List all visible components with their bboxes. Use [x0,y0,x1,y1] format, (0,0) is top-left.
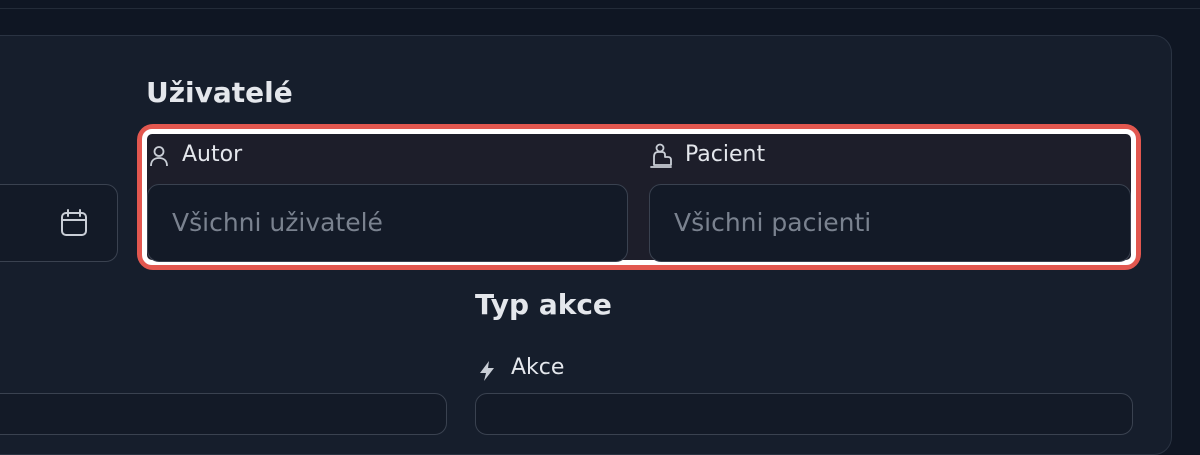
action-type-section-title: Typ akce [475,288,612,321]
patient-input[interactable]: Všichni pacienti [649,184,1131,262]
author-input[interactable]: Všichni uživatelé [147,184,628,262]
users-section-title: Uživatelé [146,76,293,109]
date-input[interactable] [0,184,118,262]
top-bar [0,0,1200,9]
patient-label: Pacient [685,142,766,167]
bolt-icon [480,361,494,381]
user-icon [150,146,168,167]
action-input[interactable] [475,393,1133,435]
author-label: Autor [182,142,243,167]
calendar-icon[interactable] [60,208,88,238]
partial-input-left[interactable] [0,393,447,435]
action-label: Akce [511,355,565,380]
patient-icon [650,143,672,168]
